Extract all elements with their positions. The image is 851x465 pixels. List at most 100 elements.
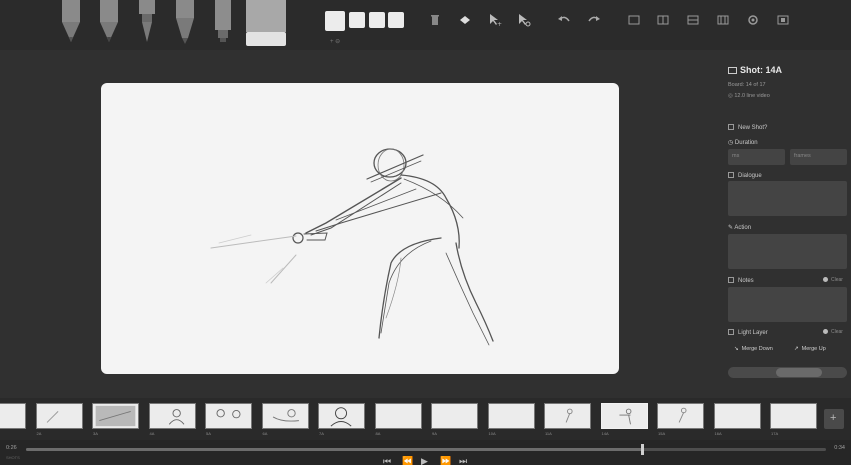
board-thumbnail[interactable]: 5A [205,403,252,437]
light-layer-clear-button[interactable]: Clear [823,329,843,335]
center-icon[interactable] [686,13,700,27]
slider-knob[interactable] [776,368,822,377]
clear-icon [823,277,828,282]
color-swatch-primary[interactable] [325,11,345,31]
thumbnail-image [0,403,26,429]
duration-ms-field[interactable]: ms [728,149,785,165]
pen-icon[interactable] [134,0,160,46]
board-thumbnail[interactable]: 4A [148,403,196,437]
dialogue-label: Dialogue [738,173,762,179]
swatch-caption: + ⊖ [330,39,341,45]
duration-frames-field[interactable]: frames [790,149,847,165]
merge-down-icon: ↘ [734,346,739,352]
thumbnail-image [374,403,422,429]
action-field[interactable] [728,234,847,269]
clear-icon [823,329,828,334]
board-thumbnail[interactable]: 8A [374,403,422,437]
board-thumbnail[interactable]: 16A [713,403,761,437]
thumbnail-caption: 14A [601,431,609,436]
skip-start-button[interactable]: ⏮ [383,457,391,465]
skip-end-button[interactable]: ⏭ [459,457,467,465]
thumbnail-caption: 15A [658,431,666,436]
thumbnail-caption: 11A [545,431,552,436]
color-swatch-2[interactable] [349,12,365,28]
undo-icon[interactable] [557,13,571,27]
layer-opacity-slider[interactable] [728,367,847,378]
rewind-button[interactable]: ⏪ [402,457,413,465]
board-thumbnail[interactable]: 9A [431,403,478,437]
thumbnail-image [431,403,478,429]
duration-ms-placeholder: ms [732,153,740,159]
thumbnail-caption: 4A [149,431,155,436]
notes-clear-button[interactable]: Clear [823,277,843,283]
duration-frames-placeholder: frames [794,153,811,159]
note-pen-icon[interactable] [210,0,236,46]
time-current: 0:26 [6,445,17,451]
grid-icon[interactable] [656,13,670,27]
layer-icon [728,329,734,335]
board-filmstrip: 1 2A 3A 4A 5A 6A 7A 8A 9A 10A 11A 14A 15A 16A 17A [0,398,851,440]
layout-icon[interactable] [627,13,641,27]
board-thumbnail[interactable]: 2A [35,403,83,437]
dialogue-field[interactable] [728,181,847,216]
eraser-icon[interactable] [244,0,288,46]
action-label: Action [734,225,752,231]
light-layer-label: Light Layer [738,330,768,336]
board-thumbnail[interactable]: 1 [0,403,26,437]
move-icon[interactable]: + [488,13,502,27]
light-pencil-icon[interactable] [58,0,84,46]
action-heading: ✎ Action [728,224,751,231]
thirds-icon[interactable] [716,13,730,27]
scale-icon[interactable] [517,13,531,27]
board-thumbnail[interactable]: 17A [770,403,817,437]
settings-icon[interactable] [746,13,760,27]
fast-forward-button[interactable]: ⏩ [440,457,451,465]
board-thumbnail[interactable]: 15A [657,403,704,437]
thumbnail-caption: 17A [771,431,779,436]
board-thumbnail[interactable]: 11A [544,403,591,437]
drawing-canvas[interactable] [101,83,619,374]
thumbnail-image [148,403,196,429]
notes-field[interactable] [728,287,847,322]
board-thumbnail[interactable]: 14A [600,403,648,437]
thumbnail-caption: 5A [206,431,211,436]
shot-icon[interactable] [776,13,790,27]
thumbnail-image [657,403,704,429]
redo-icon[interactable] [587,13,601,27]
board-thumbnail[interactable]: 6A [261,403,309,437]
trash-icon[interactable] [428,13,442,27]
thumbnail-caption: 7A [319,431,324,436]
shot-title-text: Shot: 14A [740,65,783,75]
thumbnail-image [35,403,83,429]
new-shot-checkbox[interactable]: New Shot? [728,124,767,131]
fill-icon[interactable] [458,13,472,27]
video-link[interactable]: ◎ 12.0 line video [728,93,770,99]
play-button[interactable]: ▶ [421,457,428,465]
top-toolbar: + ⊖ + [0,0,851,50]
thumbnail-caption: 16A [714,431,722,436]
timeline-track[interactable] [26,448,826,451]
merge-up-button[interactable]: ↗ Merge Up [794,346,826,352]
playhead[interactable] [641,444,644,455]
thumbnail-caption: 6A [262,431,268,436]
merge-up-label: Merge Up [801,346,826,352]
duration-label: Duration [734,140,758,146]
pencil-icon[interactable] [96,0,122,46]
duration-heading: ◷ Duration [728,139,758,146]
board-thumbnail[interactable]: 7A [318,403,365,437]
dialogue-icon [728,172,734,178]
checkbox-icon [728,124,734,130]
color-swatch-4[interactable] [388,12,404,28]
thumbnail-caption: 3A [93,431,98,436]
add-board-button[interactable]: + [824,409,844,429]
thumbnail-image [713,403,761,429]
board-thumbnail[interactable]: 3A [92,403,139,437]
color-swatch-3[interactable] [369,12,385,28]
thumbnail-caption: 8A [375,431,381,436]
notes-icon [728,277,734,283]
board-thumbnail[interactable]: 10A [487,403,535,437]
merge-down-button[interactable]: ↘ Merge Down [734,346,773,352]
brush-icon[interactable] [172,0,198,46]
timeline-progress [26,448,642,451]
merge-down-label: Merge Down [741,346,773,352]
